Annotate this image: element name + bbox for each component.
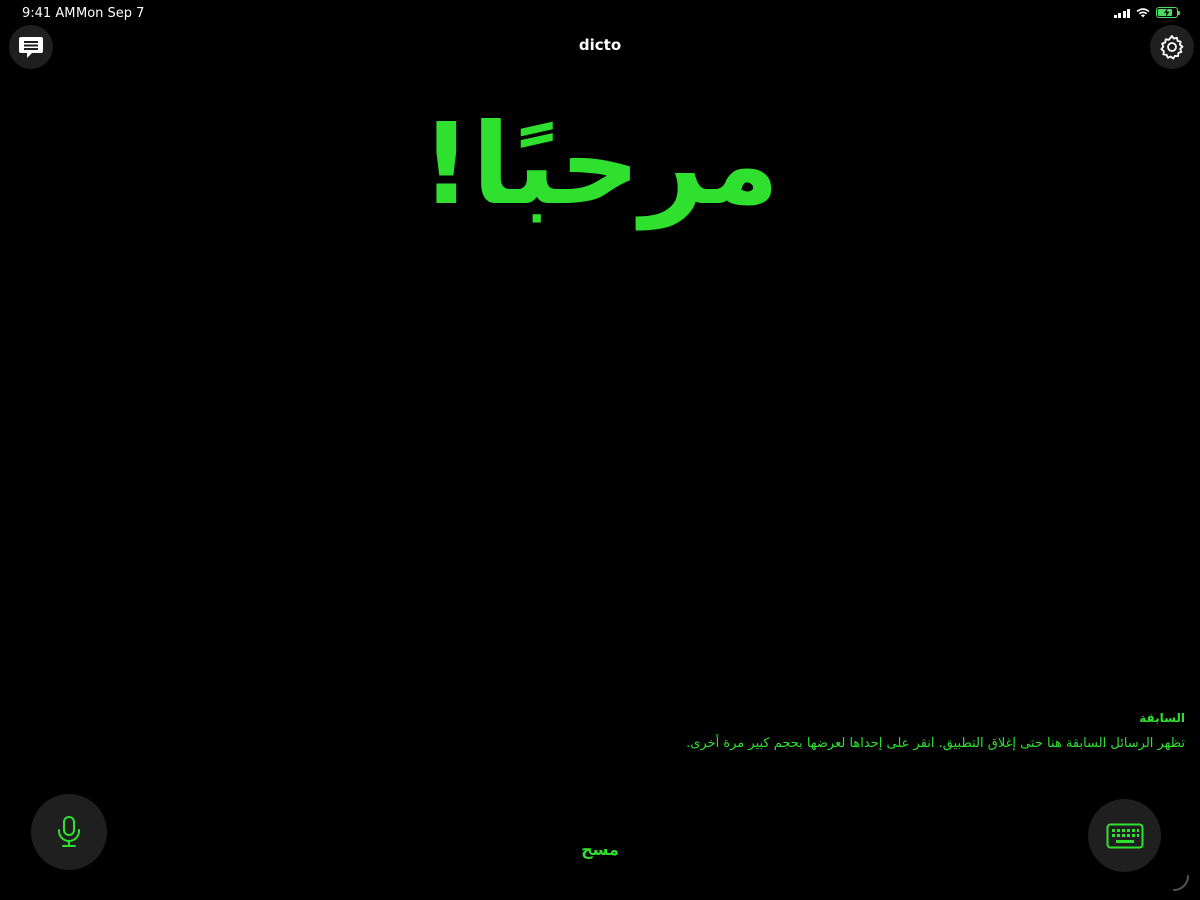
gear-icon: [1160, 35, 1184, 60]
clear-button[interactable]: مسح: [540, 840, 660, 859]
keyboard-icon: [1106, 823, 1143, 848]
microphone-button[interactable]: [31, 794, 107, 870]
history-heading: السابقة: [1139, 711, 1185, 725]
status-indicators: [1113, 7, 1180, 18]
wifi-icon: [1136, 7, 1150, 17]
battery-icon: [1156, 7, 1180, 18]
status-time: 9:41 AM: [22, 6, 76, 21]
microphone-icon: [58, 816, 80, 847]
keyboard-button[interactable]: [1088, 799, 1161, 872]
settings-button[interactable]: [1150, 25, 1194, 69]
displayed-message[interactable]: مرحبًا!: [0, 90, 1200, 240]
status-bar: 9:41 AM Mon Sep 7: [0, 0, 1200, 28]
app-title: dicto: [578, 36, 622, 54]
resize-grip-icon: [1173, 875, 1189, 891]
history-description: تظهر الرسائل السابقة هنا حتى إغلاق التطب…: [686, 736, 1185, 751]
cellular-signal-icon: [1113, 8, 1130, 18]
status-date: Mon Sep 7: [76, 6, 145, 21]
